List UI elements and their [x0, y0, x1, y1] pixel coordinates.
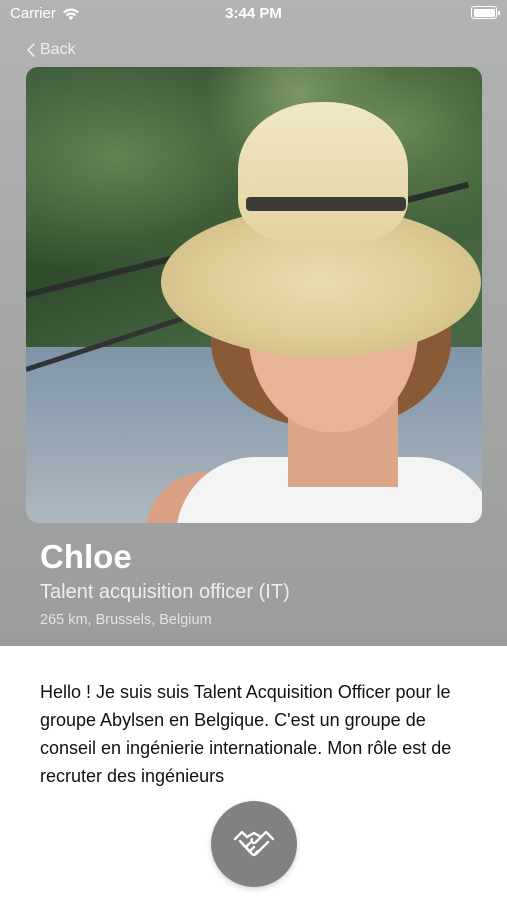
back-label: Back: [40, 41, 76, 58]
chevron-left-icon: [27, 43, 35, 57]
connect-button[interactable]: [211, 801, 297, 887]
profile-name: Chloe: [40, 538, 132, 575]
profile-header: Carrier 3:44 PM Back Chloe Talent acquis…: [0, 0, 507, 646]
profile-location: 265 km, Brussels, Belgium: [40, 612, 212, 628]
battery-icon: [471, 6, 500, 19]
profile-title: Talent acquisition officer (IT): [40, 581, 290, 603]
profile-bio: Hello ! Je suis suis Talent Acquisition …: [40, 682, 452, 786]
handshake-icon: [233, 830, 275, 857]
clock: 3:44 PM: [225, 5, 282, 22]
profile-photo: [26, 67, 482, 523]
back-button[interactable]: Back: [26, 41, 76, 59]
status-bar: Carrier 3:44 PM: [0, 0, 507, 28]
